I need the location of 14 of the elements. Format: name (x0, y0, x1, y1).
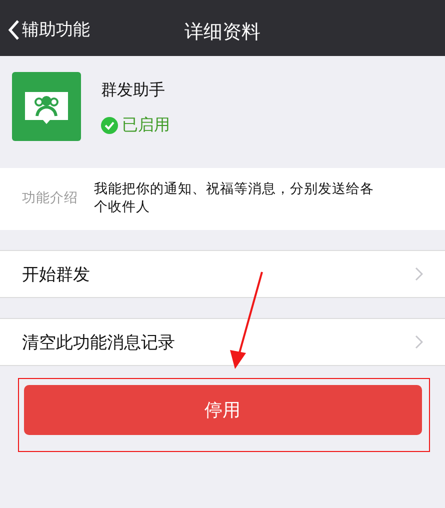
enabled-status: 已启用 (101, 115, 170, 136)
disable-button[interactable]: 停用 (24, 385, 422, 435)
back-chevron-icon (8, 18, 20, 40)
check-icon (101, 117, 118, 134)
intro-text: 我能把你的通知、祝福等消息，分别发送给各个收件人 (94, 180, 375, 216)
group-chat-icon (12, 72, 81, 141)
chevron-right-icon (415, 267, 423, 281)
intro-label: 功能介绍 (22, 189, 78, 207)
chevron-right-icon (415, 335, 423, 349)
menu-row[interactable]: 开始群发 (0, 250, 445, 298)
menu-row[interactable]: 清空此功能消息记录 (0, 318, 445, 366)
page-title: 详细资料 (184, 20, 260, 45)
back-button[interactable]: 辅助功能 (8, 18, 90, 41)
plugin-name: 群发助手 (101, 80, 166, 101)
